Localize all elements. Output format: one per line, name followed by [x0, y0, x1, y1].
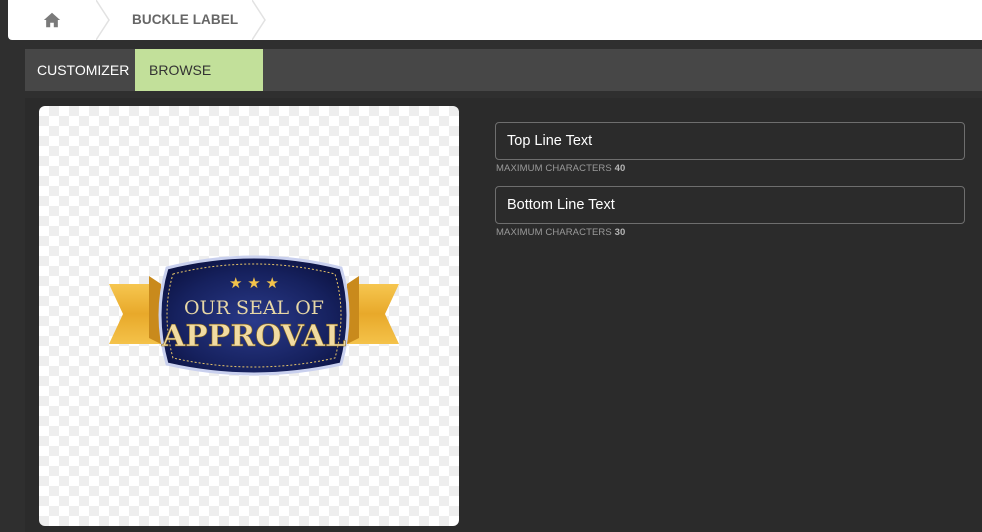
breadcrumb-separator-icon: [96, 0, 110, 40]
badge-line1: OUR SEAL OF: [184, 297, 324, 319]
bottom-line-max-value: 30: [614, 227, 626, 238]
top-line-max-value: 40: [614, 163, 626, 174]
top-line-text-input[interactable]: [495, 122, 965, 160]
bottom-line-text-input[interactable]: [495, 186, 965, 224]
breadcrumb-current: BUCKLE LABEL: [132, 12, 239, 27]
tab-browse-items[interactable]: BROWSE ITEMS: [135, 49, 263, 120]
breadcrumb-home[interactable]: [8, 0, 96, 40]
tab-customizer[interactable]: CUSTOMIZER: [25, 49, 135, 91]
top-line-char-limit: MAXIMUM CHARACTERS 40: [496, 163, 625, 174]
seal-of-approval-badge: ★ ★ ★ OUR SEAL OF APPROVAL: [109, 255, 399, 376]
breadcrumb: BUCKLE LABEL: [8, 0, 982, 40]
badge-stars: ★ ★ ★: [229, 274, 279, 292]
bottom-line-hint-label: MAXIMUM CHARACTERS: [496, 227, 612, 238]
breadcrumb-separator-icon: [252, 0, 266, 40]
customizer-panel: ★ ★ ★ OUR SEAL OF APPROVAL MAXIMUM CHARA…: [25, 98, 982, 532]
top-line-hint-label: MAXIMUM CHARACTERS: [496, 163, 612, 174]
badge-line2: APPROVAL: [161, 319, 346, 354]
tab-bar: CUSTOMIZER BROWSE ITEMS: [25, 49, 982, 120]
bottom-line-char-limit: MAXIMUM CHARACTERS 30: [496, 227, 625, 238]
label-preview: ★ ★ ★ OUR SEAL OF APPROVAL: [39, 106, 459, 526]
home-icon: [43, 12, 61, 28]
